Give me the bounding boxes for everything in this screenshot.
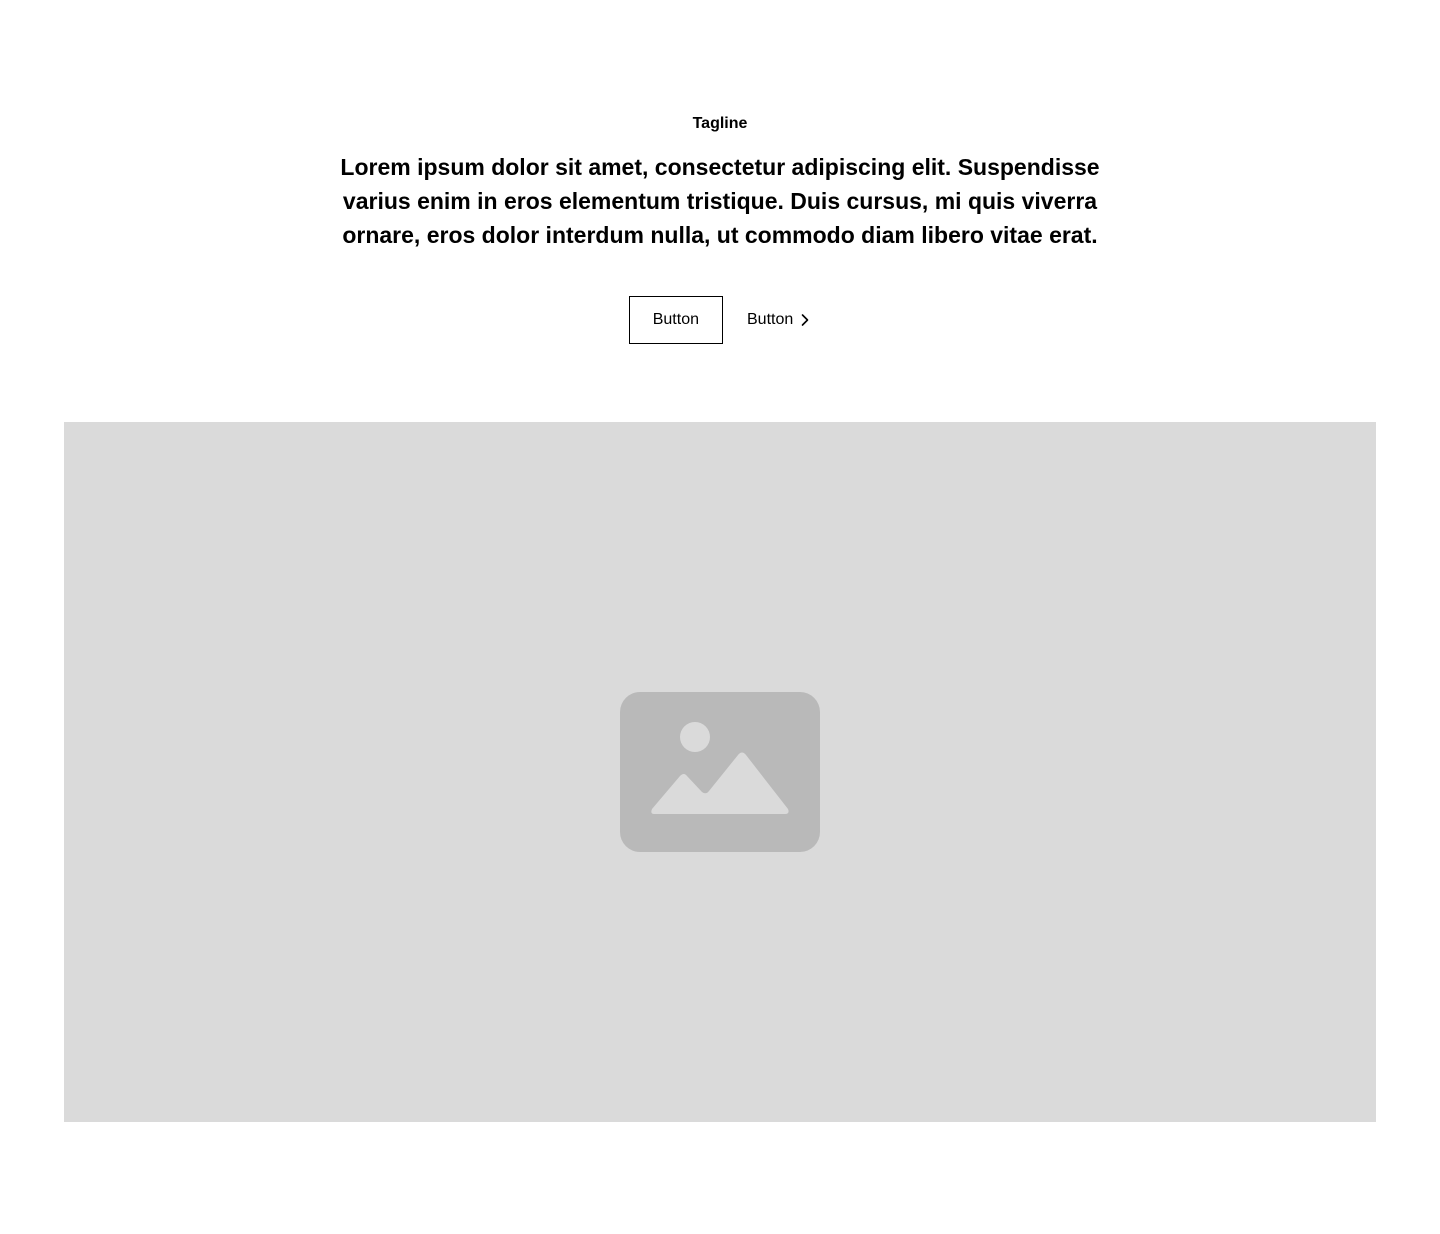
chevron-right-icon	[801, 314, 809, 326]
headline: Lorem ipsum dolor sit amet, consectetur …	[340, 154, 1100, 248]
hero-actions: Button Button	[628, 296, 812, 344]
secondary-button[interactable]: Button	[747, 296, 811, 344]
tagline: Tagline	[692, 115, 748, 132]
primary-button-label: Button	[652, 311, 699, 328]
image-placeholder-icon	[620, 692, 820, 852]
hero-section: Tagline Lorem ipsum dolor sit amet, cons…	[0, 0, 1440, 344]
hero-image-placeholder	[64, 422, 1376, 1122]
secondary-button-label: Button	[747, 311, 794, 328]
primary-button[interactable]: Button	[628, 296, 723, 344]
